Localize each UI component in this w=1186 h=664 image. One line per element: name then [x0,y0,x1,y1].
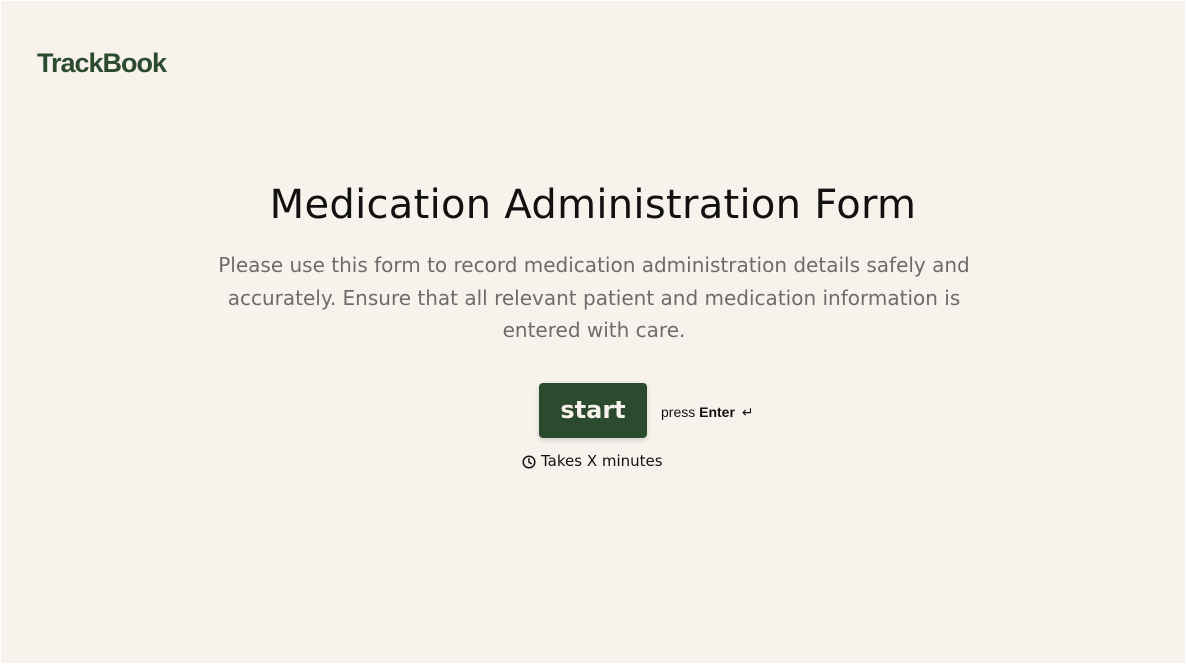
keyboard-hint: press Enter ↵ [661,402,754,422]
time-estimate-label: Takes X minutes [541,452,663,470]
time-estimate: Takes X minutes [522,451,663,471]
welcome-screen: TrackBook Medication Administration Form… [1,1,1185,663]
start-button[interactable]: start [539,383,647,438]
form-description: Please use this form to record medicatio… [218,253,970,342]
clock-icon [522,454,536,469]
form-title: Medication Administration Form [269,182,917,228]
enter-key-label: Enter [699,404,735,420]
press-label: press [661,404,696,420]
enter-icon: ↵ [741,404,754,420]
brand-logo: TrackBook [37,48,167,78]
